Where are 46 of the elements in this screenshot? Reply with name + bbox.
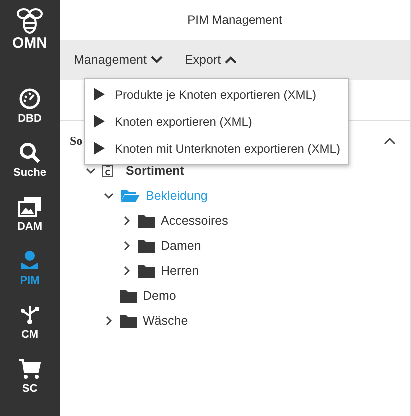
usb-icon [19, 304, 41, 326]
folder-icon [138, 238, 155, 252]
chevron-icon[interactable] [104, 316, 114, 326]
sidebar-item[interactable]: DBD [18, 78, 42, 132]
play-icon [94, 142, 105, 155]
tree-item[interactable]: Herren [161, 264, 200, 278]
chevron-icon[interactable] [122, 266, 132, 276]
tree-item[interactable]: Wäsche [143, 314, 188, 328]
menu-button[interactable]: Export [180, 51, 242, 69]
person-box-icon [19, 250, 41, 272]
caret-icon [225, 56, 238, 64]
tree-item[interactable]: Demo [143, 288, 176, 302]
tree-item[interactable]: Damen [161, 238, 202, 252]
bee-icon [16, 7, 44, 35]
logo-text: OMN [12, 35, 48, 52]
menu-item[interactable]: Knoten exportieren (XML) [115, 114, 252, 128]
sidebar-item[interactable]: PIM [19, 240, 41, 294]
sidebar-item[interactable]: DAM [17, 186, 43, 240]
tree-item[interactable]: Accessoires [161, 214, 228, 228]
chevron-icon[interactable] [104, 190, 114, 200]
cart-icon [18, 358, 42, 380]
panel-title: So [70, 134, 83, 148]
sidebar-item[interactable]: SC [18, 348, 42, 402]
sidebar-item[interactable]: CM [19, 294, 41, 348]
document-icon [102, 164, 114, 178]
menu-item[interactable]: Knoten mit Unterknoten exportieren (XML) [115, 142, 340, 156]
menu-button[interactable]: Management [70, 51, 167, 69]
open-folder-icon [120, 188, 140, 203]
folder-icon [138, 214, 155, 228]
folder-icon [120, 314, 137, 328]
menu-item[interactable]: Produkte je Knoten exportieren (XML) [115, 88, 316, 102]
folder-icon [120, 288, 137, 302]
page-title: PIM Management [188, 13, 282, 27]
play-icon [94, 88, 105, 101]
chevron-icon[interactable] [122, 240, 132, 250]
folder-icon [138, 264, 155, 278]
play-icon [94, 115, 105, 128]
chevron-icon[interactable] [86, 166, 96, 176]
tree-item[interactable]: Sortiment [126, 164, 184, 178]
caret-icon [150, 56, 163, 64]
images-icon [18, 196, 42, 218]
sidebar-item[interactable]: Suche [13, 132, 46, 186]
caret-icon[interactable] [384, 137, 396, 145]
gauge-icon [19, 88, 41, 110]
chevron-icon[interactable] [122, 216, 132, 226]
search-icon [18, 142, 41, 164]
